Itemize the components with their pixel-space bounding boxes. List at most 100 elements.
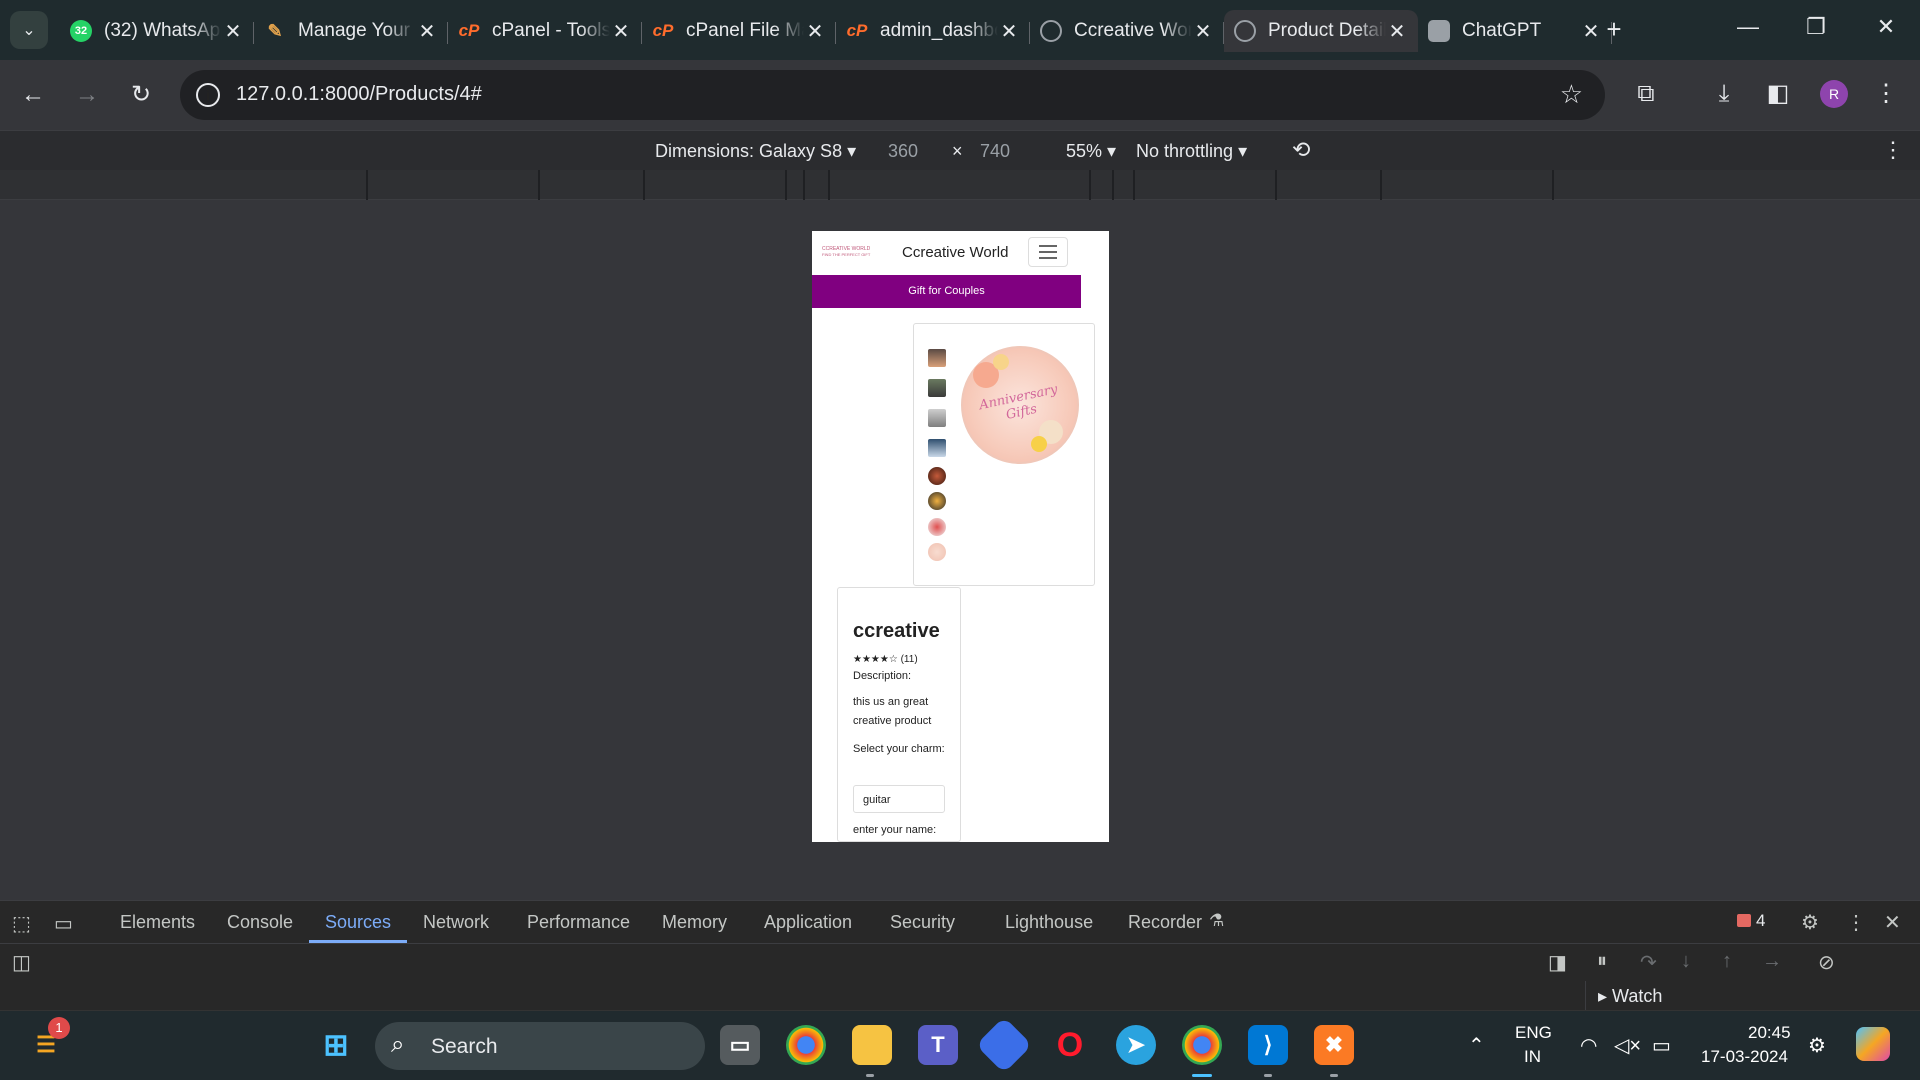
close-icon[interactable]: ✕ (1386, 19, 1408, 44)
tab-cpanel-tools[interactable]: cP cPanel - Tools ✕ (448, 10, 642, 52)
charm-select[interactable]: guitar (853, 785, 945, 813)
gallery-thumb[interactable] (928, 379, 946, 397)
language-top[interactable]: ENG (1515, 1023, 1552, 1043)
language-bottom[interactable]: IN (1524, 1047, 1541, 1067)
download-icon[interactable]: ⤓ (1706, 76, 1742, 112)
extensions-icon[interactable]: ⧉ (1628, 76, 1664, 112)
info-icon[interactable]: i (196, 83, 220, 107)
navigator-toggle-icon[interactable]: ◫ (12, 950, 31, 975)
site-logo[interactable]: CCREATIVE WORLD FIND THE PERFECT GIFT (822, 246, 897, 258)
opera-icon[interactable]: O (1050, 1025, 1090, 1065)
category-banner[interactable]: Gift for Couples (812, 275, 1081, 308)
tab-manage[interactable]: ✎ Manage Your ✕ (254, 10, 448, 52)
copilot-app-icon[interactable] (975, 1016, 1033, 1074)
pause-icon[interactable]: ⏸ (1597, 950, 1607, 973)
width-input[interactable]: 360 (888, 141, 918, 162)
tab-security[interactable]: Security (890, 912, 955, 933)
reload-button[interactable]: ↻ (124, 78, 158, 112)
clock-time[interactable]: 20:45 (1748, 1023, 1791, 1043)
side-panel-icon[interactable]: ◧ (1760, 76, 1796, 112)
speaker-muted-icon[interactable]: ◁× (1614, 1033, 1641, 1058)
telegram-icon[interactable]: ➤ (1116, 1025, 1156, 1065)
avatar[interactable]: R (1820, 80, 1848, 108)
tab-ccreative-world[interactable]: Ccreative World ✕ (1030, 10, 1224, 52)
teams-icon[interactable]: T (918, 1025, 958, 1065)
bookmark-star-icon[interactable]: ☆ (1560, 79, 1583, 110)
deactivate-breakpoints-icon[interactable]: ⊘ (1818, 950, 1835, 975)
settings-icon[interactable]: ⚙ (1801, 910, 1819, 935)
tab-chatgpt[interactable]: ChatGPT ✕ (1418, 10, 1612, 52)
tab-whatsapp[interactable]: 32 (32) WhatsApp ✕ (60, 10, 254, 52)
close-icon[interactable]: ✕ (804, 19, 826, 44)
device-toggle-icon[interactable]: ▭ (54, 911, 73, 936)
tab-elements[interactable]: Elements (120, 912, 195, 933)
site-brand[interactable]: Ccreative World (902, 244, 1008, 261)
tab-sources[interactable]: Sources (325, 912, 391, 933)
step-into-icon[interactable]: ↓ (1681, 950, 1691, 973)
chrome-active-icon[interactable] (1182, 1025, 1222, 1065)
step-out-icon[interactable]: ↑ (1722, 950, 1732, 973)
close-icon[interactable]: ✕ (610, 19, 632, 44)
chrome-icon[interactable] (786, 1025, 826, 1065)
restore-button[interactable]: ❐ (1796, 14, 1836, 40)
error-count-badge[interactable]: 4 (1737, 911, 1765, 931)
watch-section[interactable]: ▸ Watch (1585, 981, 1905, 1011)
forward-button[interactable]: → (70, 78, 104, 112)
gallery-thumb[interactable] (928, 543, 946, 561)
address-bar[interactable]: i 127.0.0.1:8000/Products/4# ☆ (180, 70, 1605, 120)
menu-icon[interactable]: ⋮ (1868, 76, 1904, 112)
chevron-up-icon[interactable]: ⌃ (1468, 1033, 1485, 1058)
product-main-image[interactable]: Anniversary Gifts (961, 346, 1079, 464)
url-text[interactable]: 127.0.0.1:8000/Products/4# (236, 83, 482, 106)
battery-icon[interactable]: ▭ (1652, 1033, 1671, 1058)
rotate-icon[interactable]: ⟲ (1292, 137, 1310, 163)
tab-recorder[interactable]: Recorder (1128, 912, 1202, 933)
task-view-icon[interactable]: ▭ (720, 1025, 760, 1065)
device-dimensions-select[interactable]: Dimensions: Galaxy S8 ▾ (655, 141, 856, 162)
back-button[interactable]: ← (16, 78, 50, 112)
gallery-thumb[interactable] (928, 439, 946, 457)
step-icon[interactable]: → (1762, 950, 1782, 973)
tab-search-button[interactable]: ⌄ (10, 11, 48, 49)
media-query-ruler[interactable] (0, 170, 1920, 200)
more-options-icon[interactable]: ⋮ (1846, 910, 1866, 935)
minimize-button[interactable]: — (1728, 14, 1768, 40)
tab-application[interactable]: Application (764, 912, 852, 933)
settings-sync-icon[interactable]: ⚙ (1808, 1033, 1826, 1058)
taskbar-search[interactable]: ⌕ Search (375, 1022, 705, 1070)
gallery-thumb[interactable] (928, 518, 946, 536)
tab-memory[interactable]: Memory (662, 912, 727, 933)
gallery-thumb[interactable] (928, 467, 946, 485)
wifi-icon[interactable]: ◠ (1580, 1033, 1597, 1058)
height-input[interactable]: 740 (980, 141, 1010, 162)
debugger-toggle-icon[interactable]: ◨ (1548, 950, 1567, 975)
new-tab-button[interactable]: + (1598, 14, 1630, 45)
gallery-thumb[interactable] (928, 349, 946, 367)
xampp-icon[interactable]: ✖ (1314, 1025, 1354, 1065)
tab-lighthouse[interactable]: Lighthouse (1005, 912, 1093, 933)
gallery-thumb[interactable] (928, 409, 946, 427)
windows-start-icon[interactable]: ⊞ (316, 1025, 356, 1065)
close-icon[interactable]: ✕ (1192, 19, 1214, 44)
close-icon[interactable]: ✕ (998, 19, 1020, 44)
close-devtools-icon[interactable]: ✕ (1884, 910, 1901, 935)
device-viewport[interactable]: CCREATIVE WORLD FIND THE PERFECT GIFT Cc… (812, 231, 1109, 842)
zoom-select[interactable]: 55% ▾ (1066, 141, 1116, 162)
throttling-select[interactable]: No throttling ▾ (1136, 141, 1247, 162)
more-options-icon[interactable]: ⋮ (1882, 137, 1904, 163)
close-icon[interactable]: ✕ (222, 19, 244, 44)
hamburger-menu-icon[interactable] (1028, 237, 1068, 267)
tab-network[interactable]: Network (423, 912, 489, 933)
copilot-icon[interactable] (1856, 1027, 1890, 1061)
window-close-button[interactable]: ✕ (1866, 14, 1906, 40)
file-explorer-icon[interactable] (852, 1025, 892, 1065)
close-icon[interactable]: ✕ (416, 19, 438, 44)
inspect-icon[interactable]: ⬚ (12, 911, 31, 936)
step-over-icon[interactable]: ↷ (1640, 950, 1657, 975)
tab-admin-dashboard[interactable]: cP admin_dashboard ✕ (836, 10, 1030, 52)
tab-cpanel-files[interactable]: cP cPanel File Manager ✕ (642, 10, 836, 52)
clock-date[interactable]: 17-03-2024 (1701, 1047, 1788, 1067)
vscode-icon[interactable]: ⟩ (1248, 1025, 1288, 1065)
tab-performance[interactable]: Performance (527, 912, 630, 933)
tab-console[interactable]: Console (227, 912, 293, 933)
